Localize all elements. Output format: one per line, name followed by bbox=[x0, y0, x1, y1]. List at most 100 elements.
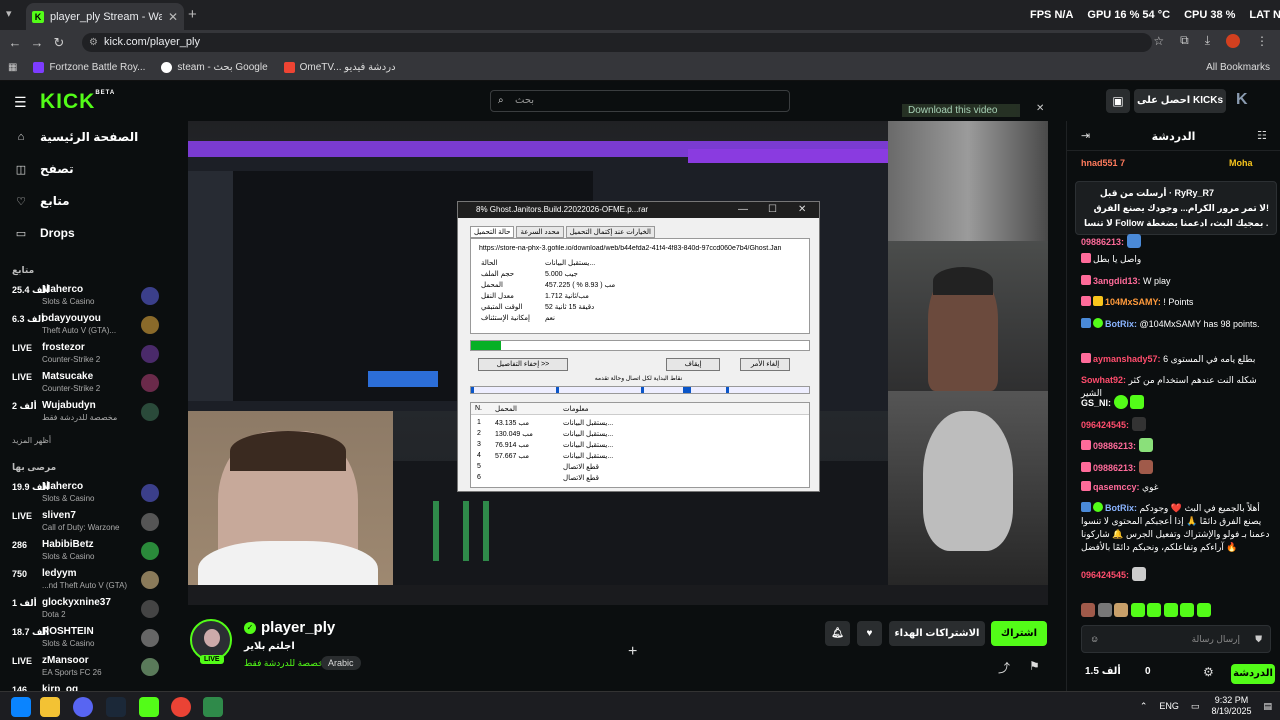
streamer-name[interactable]: player_ply bbox=[261, 619, 335, 636]
get-kicks-button[interactable]: احصل على KICKs bbox=[1134, 89, 1226, 113]
extensions-icon[interactable]: ⧉ bbox=[1180, 33, 1189, 48]
chat-username[interactable]: GS_NI: bbox=[1081, 398, 1111, 408]
chat-username[interactable]: 096424545: bbox=[1081, 570, 1129, 580]
chat-username[interactable]: 3angdid13: bbox=[1093, 276, 1141, 286]
new-tab-button[interactable]: + bbox=[188, 6, 197, 23]
chat-username[interactable]: 104MxSAMY: bbox=[1105, 297, 1161, 307]
chat-username[interactable]: 09886213: bbox=[1081, 237, 1124, 247]
browser-menu-icon[interactable]: ⋮ bbox=[1256, 34, 1268, 48]
channel-item[interactable]: LIVE frostezor Counter-Strike 2 bbox=[12, 341, 162, 369]
channel-item[interactable]: LIVE Matsucake Counter-Strike 2 bbox=[12, 370, 162, 398]
chat-username[interactable]: 096424545: bbox=[1081, 420, 1129, 430]
reload-icon[interactable]: ↻ bbox=[48, 35, 70, 51]
download-video-button[interactable]: Download this video bbox=[902, 104, 1020, 117]
gift-subs-button[interactable]: الاشتراكات الهداء bbox=[889, 621, 985, 646]
hamburger-menu-icon[interactable]: ☰ bbox=[14, 94, 27, 111]
emote[interactable] bbox=[1114, 603, 1129, 617]
kick-app-icon[interactable] bbox=[139, 697, 159, 717]
user-profile-icon[interactable]: K bbox=[1236, 91, 1248, 109]
emote[interactable] bbox=[1081, 603, 1095, 617]
chat-username[interactable]: Moha bbox=[1229, 158, 1253, 168]
tray-chevron-icon[interactable]: ⌃ bbox=[1140, 701, 1148, 712]
steam-icon[interactable] bbox=[106, 697, 126, 717]
chat-username[interactable]: 09886213: bbox=[1093, 441, 1136, 451]
emote[interactable] bbox=[1130, 603, 1145, 617]
chat-text: واصل يا بطل bbox=[1093, 254, 1142, 264]
channel-item[interactable]: 750 ledyym ...nd Theft Auto V (GTA) bbox=[12, 567, 162, 595]
notification-bell-button[interactable]: 🔔︎ bbox=[825, 621, 850, 646]
apps-grid-icon[interactable]: ▦ bbox=[8, 62, 17, 73]
emote[interactable] bbox=[1180, 603, 1195, 617]
emote[interactable] bbox=[1147, 603, 1162, 617]
stream-category[interactable]: مخصصة للدردشة فقط bbox=[244, 658, 329, 669]
channel-item[interactable]: LIVE sliven7 Call of Duty: Warzone bbox=[12, 509, 162, 537]
language-tag[interactable]: Arabic bbox=[321, 656, 361, 670]
notifications-icon[interactable]: ▤ bbox=[1263, 701, 1272, 712]
browser-tab-active[interactable]: K player_ply Stream - Watch Live ✕ bbox=[26, 3, 184, 30]
settings-gear-icon[interactable]: ⚙ bbox=[1203, 665, 1214, 679]
subscribe-button[interactable]: اشتراك bbox=[991, 621, 1047, 646]
chat-username[interactable]: aymanshady57: bbox=[1093, 354, 1161, 364]
network-icon[interactable]: ▭ bbox=[1191, 701, 1200, 712]
follow-heart-button[interactable]: ♥ bbox=[857, 621, 882, 646]
tab-close-icon[interactable]: ✕ bbox=[168, 10, 178, 24]
chat-username[interactable]: BotRix: bbox=[1105, 319, 1137, 329]
chat-username[interactable]: BotRix: bbox=[1105, 503, 1137, 513]
chat-username[interactable]: qasemccy: bbox=[1093, 482, 1140, 492]
sidebar-item-following[interactable]: ♡ متابع bbox=[14, 194, 69, 208]
forward-icon[interactable]: → bbox=[26, 35, 48, 50]
chrome-icon[interactable] bbox=[171, 697, 191, 717]
points-readout[interactable]: 1.5 ألف bbox=[1085, 666, 1121, 677]
share-icon[interactable]: ⤴ bbox=[998, 659, 1010, 676]
windows-start-icon[interactable] bbox=[11, 697, 31, 717]
tab-search-icon[interactable]: ▾ bbox=[6, 7, 12, 20]
taskbar-clock[interactable]: 9:32 PM 8/19/2025 bbox=[1211, 695, 1251, 717]
kick-logo[interactable]: KICKBETA bbox=[40, 90, 115, 114]
sidebar-item-browse[interactable]: ◫ تصفح bbox=[14, 162, 74, 176]
gift-icon[interactable]: ▣ bbox=[1106, 89, 1130, 113]
profile-avatar[interactable] bbox=[1226, 33, 1240, 48]
channel-item[interactable]: 2 ألف Wujabudyn مخصصة للدردشة فقط bbox=[12, 399, 162, 427]
pinned-username[interactable]: RyRy_R7 bbox=[1174, 188, 1214, 198]
channel-item[interactable]: 286 HabibiBetz Slots & Casino bbox=[12, 538, 162, 566]
show-more-link[interactable]: أظهر المزيد bbox=[12, 436, 51, 445]
chat-users-icon[interactable]: ☷ bbox=[1257, 129, 1267, 142]
cancel-button: إلغاء الأمر bbox=[740, 358, 790, 371]
search-input[interactable]: ⌕ بحث bbox=[490, 90, 790, 112]
channel-item[interactable]: 25.4 ألف Maherco Slots & Casino bbox=[12, 283, 162, 311]
channel-item[interactable]: LIVE zMansoor EA Sports FC 26 bbox=[12, 654, 162, 682]
all-bookmarks-button[interactable]: All Bookmarks bbox=[1206, 62, 1270, 73]
chat-message-input[interactable]: ☺ إرسال رسالة ⛊ bbox=[1081, 625, 1271, 653]
sidebar-item-drops[interactable]: ▭ Drops bbox=[14, 226, 75, 240]
channel-item[interactable]: 19.9 ألف Maherco Slots & Casino bbox=[12, 480, 162, 508]
discord-icon[interactable] bbox=[73, 697, 93, 717]
chat-username[interactable]: 09886213: bbox=[1093, 463, 1136, 473]
chat-username[interactable]: hnad551 7 bbox=[1081, 158, 1125, 168]
idm-icon[interactable] bbox=[203, 697, 223, 717]
emote[interactable] bbox=[1097, 603, 1112, 617]
channel-item[interactable]: 1 ألف glockyxnine37 Dota 2 bbox=[12, 596, 162, 624]
channel-item[interactable]: 18.7 ألف ROSHTEIN Slots & Casino bbox=[12, 625, 162, 653]
shield-icon[interactable]: ⛊ bbox=[1255, 626, 1262, 652]
chat-send-button[interactable]: الدردشة bbox=[1231, 664, 1275, 684]
back-icon[interactable]: ← bbox=[4, 35, 26, 50]
report-icon[interactable]: ⚑ bbox=[1029, 659, 1040, 673]
emote[interactable] bbox=[1163, 603, 1178, 617]
emoji-icon[interactable]: ☺ bbox=[1090, 626, 1099, 652]
bookmark-item[interactable]: steam - بحث Google bbox=[161, 62, 268, 73]
emote[interactable] bbox=[1196, 603, 1211, 617]
url-bar[interactable]: ⚙ kick.com/player_ply bbox=[82, 33, 1152, 52]
bookmark-star-icon[interactable]: ☆ bbox=[1153, 34, 1164, 48]
sidebar-item-home[interactable]: ⌂ الصفحة الرئيسية bbox=[14, 130, 139, 144]
bookmark-item[interactable]: Fortzone Battle Roy... bbox=[33, 62, 145, 73]
download-icon[interactable]: ⤓ bbox=[1205, 33, 1210, 48]
channel-item[interactable]: 146 kirp_og bbox=[12, 683, 162, 691]
language-indicator[interactable]: ENG bbox=[1159, 701, 1179, 711]
close-icon[interactable]: ✕ bbox=[1036, 103, 1044, 114]
channel-item[interactable]: 6.3 ألف odayyouyou Theft Auto V (GTA)... bbox=[12, 312, 162, 340]
bookmark-item[interactable]: OmeTV... دردشة فيديو bbox=[283, 62, 396, 73]
chat-username[interactable]: Sowhat92: bbox=[1081, 375, 1126, 385]
kicks-readout[interactable]: 0 bbox=[1145, 666, 1151, 677]
site-info-icon[interactable]: ⚙ bbox=[89, 33, 98, 52]
file-explorer-icon[interactable] bbox=[40, 697, 60, 717]
